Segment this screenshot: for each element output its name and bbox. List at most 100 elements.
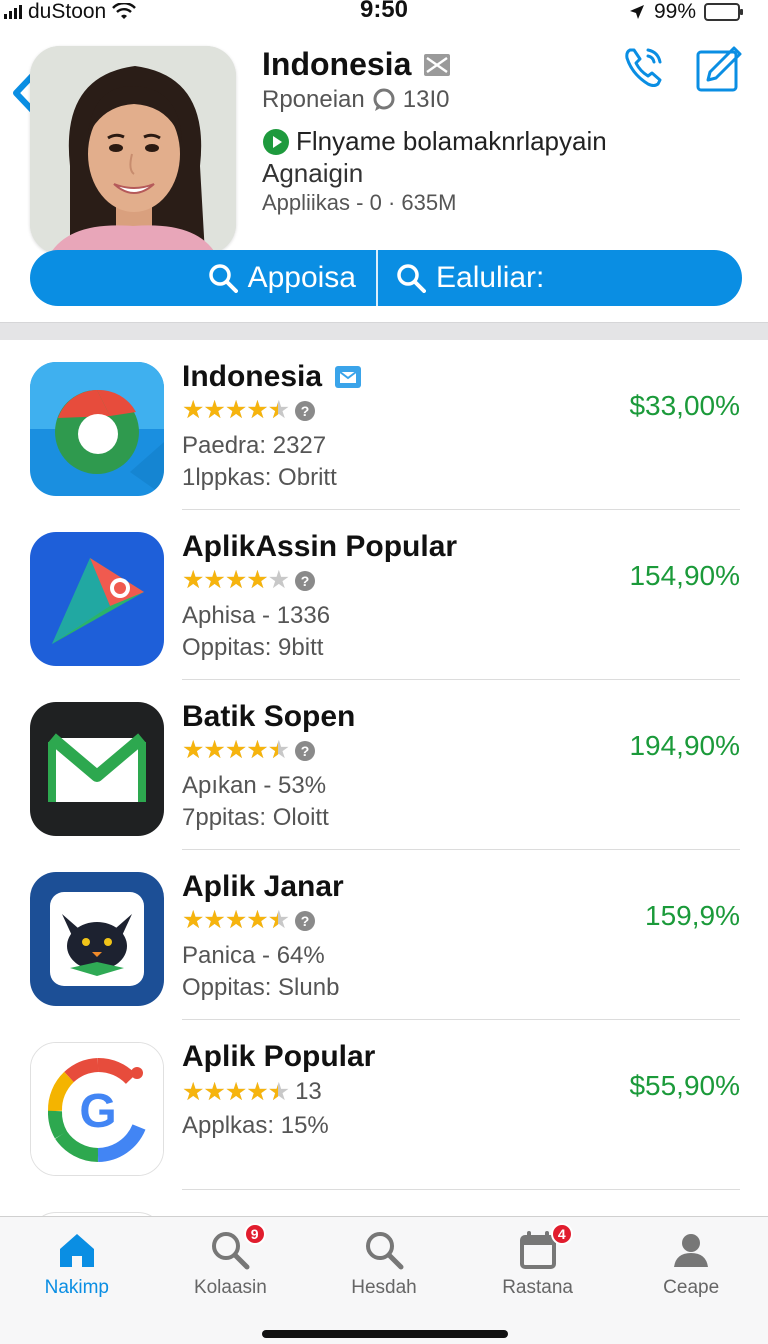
rating: ★★★★★★★★★★ ? — [182, 396, 316, 424]
chrome-icon — [30, 362, 164, 496]
contact-title-row: Indonesia — [262, 46, 451, 83]
app-price: $33,00% — [629, 390, 740, 421]
battery-icon — [704, 3, 743, 21]
contact-detail: Agnaigin — [262, 158, 364, 188]
home-indicator[interactable] — [262, 1330, 508, 1338]
rating: ★★★★★★★★★★ 13 — [182, 1078, 322, 1106]
battery-percent: 99% — [653, 0, 696, 23]
status-line: Flnyame bolamaknrlapyain — [262, 126, 607, 157]
home-icon — [59, 1234, 94, 1267]
mail-icon — [30, 702, 164, 836]
tab-label: Hesdah — [351, 1277, 417, 1298]
app-meta: Applkas: 15% — [182, 1112, 329, 1139]
search-icon — [365, 1232, 404, 1270]
tab-label: Rastana — [502, 1277, 573, 1298]
status-line-text: Flnyame bolamaknrlapyain — [296, 126, 607, 156]
app-meta-secondary: Oppitas: Slunb — [182, 974, 340, 1001]
app-meta-secondary: Oppitas: 9bitt — [182, 634, 324, 661]
tab-bar: Nakimp 9 Kolaasin Hesdah 4 Rastana Ceape — [0, 1216, 768, 1344]
compose-icon[interactable] — [694, 44, 744, 94]
app-name: Batik Sopen — [182, 700, 356, 733]
search-icon — [397, 264, 426, 293]
contact-name: Indonesia — [262, 46, 412, 82]
notification-badge: 9 — [243, 1223, 266, 1245]
app-price: $55,90% — [629, 1070, 740, 1101]
app-name-row: AplikAssin Popular — [182, 530, 457, 564]
app-meta-secondary: 1lppkas: Obritt — [182, 464, 337, 491]
action-bar: Appoisa Ealuliar: — [30, 250, 742, 306]
star-rating: ★★★★★★★★★★ — [182, 736, 290, 764]
app-name-row: Indonesia — [182, 360, 362, 394]
subtitle-count: 13I0 — [402, 86, 450, 113]
rating: ★★★★★★★★★★ ? — [182, 566, 316, 594]
app-name: Indonesia — [182, 360, 323, 393]
star-rating: ★★★★★★★★★★ — [182, 566, 290, 594]
cat-icon — [30, 872, 164, 1006]
avatar — [30, 46, 236, 254]
app-meta-secondary: 7ppitas: Oloitt — [182, 804, 329, 831]
contact-subtitle: Rponeian 13I0 — [262, 86, 449, 114]
status-right: 99% — [628, 0, 743, 24]
location-arrow-icon — [629, 5, 644, 19]
info-icon[interactable]: ? — [295, 910, 316, 931]
app-list: Indonesia ★★★★★★★★★★ ? Paedra: 2327 1lpp… — [0, 340, 768, 1252]
list-item[interactable]: AplikAssin Popular ★★★★★★★★★★ ? Aphisa -… — [0, 510, 768, 680]
app-price: 154,90% — [629, 560, 740, 591]
subtitle-text: Rponeian — [262, 86, 365, 113]
list-item[interactable]: Batik Sopen ★★★★★★★★★★ ? Apıkan - 53% 7p… — [0, 680, 768, 850]
ealuliar-button[interactable]: Ealuliar: — [378, 250, 742, 306]
tab-nakimp[interactable]: Nakimp — [0, 1217, 154, 1344]
app-name: Aplik Janar — [182, 870, 344, 903]
wifi-icon — [112, 3, 137, 19]
phone-icon[interactable] — [622, 44, 666, 92]
section-separator — [0, 322, 768, 340]
svg-text:G: G — [79, 1085, 116, 1138]
app-name: AplikAssin Popular — [182, 530, 458, 563]
app-price: 159,9% — [645, 900, 740, 931]
notification-badge: 4 — [550, 1223, 573, 1245]
tab-kolaasin[interactable]: 9 Kolaasin — [154, 1217, 308, 1344]
tab-label: Ceape — [663, 1277, 720, 1298]
avatar-portrait-image — [30, 46, 236, 254]
contact-header: Indonesia Rponeian 13I0 Flnyame bolamakn… — [0, 24, 768, 322]
rating: ★★★★★★★★★★ ? — [182, 736, 316, 764]
star-rating: ★★★★★★★★★★ — [182, 396, 290, 424]
envelope-icon — [424, 53, 451, 76]
tab-hesdah[interactable]: Hesdah — [307, 1217, 461, 1344]
maps-icon — [30, 532, 164, 666]
app-meta: Apıkan - 53% — [182, 772, 327, 799]
list-item[interactable]: Indonesia ★★★★★★★★★★ ? Paedra: 2327 1lpp… — [0, 340, 768, 510]
info-icon[interactable]: ? — [295, 400, 316, 421]
info-icon[interactable]: ? — [295, 740, 316, 761]
app-name-row: Aplik Popular — [182, 1040, 375, 1074]
star-rating: ★★★★★★★★★★ — [182, 1077, 290, 1106]
tab-label: Nakimp — [44, 1277, 109, 1298]
signal-icon — [4, 5, 22, 19]
google-icon: G — [30, 1042, 164, 1176]
app-name-row: Aplik Janar — [182, 870, 344, 904]
app-meta: Panica - 64% — [182, 942, 325, 969]
status-bar: duStoon 9:50 99% — [0, 0, 768, 24]
app-meta: Aphisa - 1336 — [182, 602, 331, 629]
ealuliar-label: Ealuliar: — [436, 261, 545, 294]
mail-badge-icon — [335, 366, 362, 388]
appoisa-button[interactable]: Appoisa — [30, 250, 376, 306]
app-price: 194,90% — [629, 730, 740, 761]
rating: ★★★★★★★★★★ ? — [182, 906, 316, 934]
star-rating: ★★★★★★★★★★ — [182, 906, 290, 934]
status-left: duStoon — [4, 0, 137, 24]
rating-count: 13 — [295, 1078, 322, 1105]
app-name: Aplik Popular — [182, 1040, 376, 1073]
tab-ceape[interactable]: Ceape — [614, 1217, 768, 1344]
list-item[interactable]: G Aplik Popular ★★★★★★★★★★ 13 Applkas: 1… — [0, 1020, 768, 1190]
play-circle-icon — [263, 128, 289, 155]
appoisa-label: Appoisa — [247, 261, 356, 294]
tab-label: Kolaasin — [193, 1277, 267, 1298]
info-icon[interactable]: ? — [295, 570, 316, 591]
list-item[interactable]: Aplik Janar ★★★★★★★★★★ ? Panica - 64% Op… — [0, 850, 768, 1020]
app-meta: Paedra: 2327 — [182, 432, 327, 459]
carrier-label: duStoon — [28, 0, 107, 23]
app-name-row: Batik Sopen — [182, 700, 355, 734]
tab-rastana[interactable]: 4 Rastana — [461, 1217, 615, 1344]
contact-meta: Appliikas - 0 · 635M — [262, 190, 457, 215]
